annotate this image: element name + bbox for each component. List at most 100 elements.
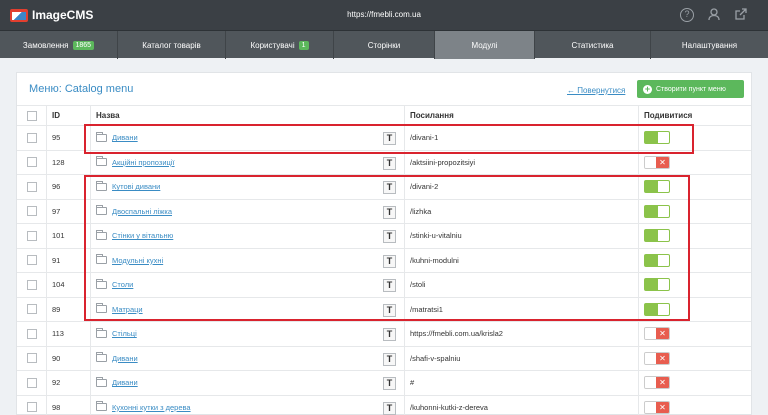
visibility-toggle-off[interactable]: ✕ xyxy=(644,351,670,365)
folder-icon xyxy=(96,156,107,167)
row-link: https://fmebli.com.ua/krisla2 xyxy=(410,329,503,339)
row-name-link[interactable]: Двоспальні ліжка xyxy=(112,207,172,216)
table-row: 90 Дивани T/shafi-v-spalniu ✕ xyxy=(17,345,751,370)
text-edit-icon[interactable]: T xyxy=(383,377,396,390)
page-title: Меню: Catalog menu xyxy=(29,83,134,95)
orders-count-badge: 1865 xyxy=(72,40,95,50)
visibility-toggle-on[interactable] xyxy=(644,278,670,292)
folder-icon xyxy=(96,327,107,338)
menu-panel: Меню: Catalog menu ← Повернутися + Створ… xyxy=(16,72,752,415)
row-name-link[interactable]: Дивани xyxy=(112,354,138,363)
nav-pages[interactable]: Сторінки xyxy=(334,31,435,59)
row-checkbox[interactable] xyxy=(26,255,37,266)
nav-modules-label: Модулі xyxy=(471,40,498,50)
visibility-toggle-on[interactable] xyxy=(644,131,670,145)
plus-icon: + xyxy=(643,83,652,94)
help-icon[interactable]: ? xyxy=(680,8,694,22)
folder-icon xyxy=(96,229,107,240)
table-row: 97 Двоспальні ліжка T/lizhka xyxy=(17,198,751,223)
row-checkbox[interactable] xyxy=(26,353,37,364)
row-name-link[interactable]: Стінки у вітальню xyxy=(112,231,173,240)
nav-statistics[interactable]: Статистика xyxy=(535,31,651,59)
text-edit-icon[interactable]: T xyxy=(383,254,396,268)
row-checkbox[interactable] xyxy=(26,279,37,290)
row-name-link[interactable]: Дивани xyxy=(112,378,138,387)
table-row: 89 Матраци T/matratsi1 xyxy=(17,296,751,321)
row-checkbox[interactable] xyxy=(26,377,37,388)
visibility-toggle-on[interactable] xyxy=(644,204,670,218)
text-edit-icon[interactable]: T xyxy=(383,156,396,170)
folder-icon xyxy=(96,278,107,289)
folder-icon xyxy=(96,303,107,314)
text-edit-icon[interactable]: T xyxy=(383,132,396,145)
visibility-toggle-on[interactable] xyxy=(644,302,670,316)
row-name-link[interactable]: Акційні пропозиції xyxy=(112,158,175,167)
row-id: 101 xyxy=(52,231,65,241)
visibility-toggle-off[interactable]: ✕ xyxy=(644,400,670,414)
nav-modules[interactable]: Модулі xyxy=(435,31,535,59)
row-name-link[interactable]: Кухонні кутки з дерева xyxy=(112,403,191,412)
visibility-toggle-on[interactable] xyxy=(644,253,670,267)
back-link[interactable]: ← Повернутися xyxy=(567,86,625,95)
header-id[interactable]: ID xyxy=(47,106,91,125)
row-name-link[interactable]: Столи xyxy=(112,280,133,289)
row-name-link[interactable]: Стільці xyxy=(112,329,137,338)
user-icon[interactable] xyxy=(707,8,721,22)
row-checkbox[interactable] xyxy=(26,304,37,315)
text-edit-icon[interactable]: T xyxy=(383,352,396,366)
row-link: /shafi-v-spalniu xyxy=(410,353,461,363)
nav-users[interactable]: Користувачі 1 xyxy=(226,31,334,59)
text-edit-icon[interactable]: T xyxy=(383,181,396,194)
visibility-toggle-on[interactable] xyxy=(644,180,670,194)
row-checkbox[interactable] xyxy=(26,132,37,143)
create-menu-item-label: Створити пункт меню xyxy=(656,85,726,93)
nav-catalog[interactable]: Каталог товарів xyxy=(118,31,226,59)
row-link: /kuhni-modulni xyxy=(410,255,459,265)
row-checkbox[interactable] xyxy=(26,181,37,192)
close-icon: ✕ xyxy=(656,328,669,340)
visibility-toggle-off[interactable]: ✕ xyxy=(644,376,670,390)
header-name[interactable]: Назва xyxy=(91,106,405,125)
table-row: 96 Кутові дивани T/divani-2 xyxy=(17,174,751,199)
text-edit-icon[interactable]: T xyxy=(383,401,396,415)
row-name-link[interactable]: Матраци xyxy=(112,305,143,314)
row-checkbox[interactable] xyxy=(26,328,37,339)
folder-icon xyxy=(96,180,107,191)
text-edit-icon[interactable]: T xyxy=(383,279,396,292)
visibility-toggle-off[interactable]: ✕ xyxy=(644,155,670,169)
folder-icon xyxy=(96,205,107,216)
row-checkbox[interactable] xyxy=(26,157,37,168)
header-show[interactable]: Подивитися xyxy=(639,106,751,125)
table-row: 92 Дивани T # ✕ xyxy=(17,370,751,395)
table-row: 101 Стінки у вітальню T/stinki-u-vitalniu xyxy=(17,223,751,248)
nav-orders[interactable]: Замовлення 1865 xyxy=(0,31,118,59)
row-id: 96 xyxy=(52,182,61,192)
external-link-icon[interactable] xyxy=(734,8,748,22)
row-checkbox[interactable] xyxy=(26,230,37,241)
row-checkbox[interactable] xyxy=(26,206,37,217)
text-edit-icon[interactable]: T xyxy=(383,328,396,341)
nav-users-label: Користувачі xyxy=(250,40,295,50)
site-url[interactable]: https://fmebli.com.ua xyxy=(0,10,768,19)
table-row: 98 Кухонні кутки з дерева T/kuhonni-kutki-… xyxy=(17,394,751,415)
text-edit-icon[interactable]: T xyxy=(383,230,396,243)
menu-items-table: ID Назва Посилання Подивитися 95 Дивани T /… xyxy=(17,105,751,415)
row-name-link[interactable]: Кутові дивани xyxy=(112,182,160,191)
visibility-toggle-off[interactable]: ✕ xyxy=(644,327,670,341)
text-edit-icon[interactable]: T xyxy=(383,205,396,219)
row-name-link[interactable]: Модульні кухні xyxy=(112,256,163,265)
visibility-toggle-on[interactable] xyxy=(644,229,670,243)
row-id: 92 xyxy=(52,378,61,388)
select-all-checkbox[interactable] xyxy=(26,110,37,121)
row-name-link[interactable]: Дивани xyxy=(112,133,138,142)
text-edit-icon[interactable]: T xyxy=(383,303,396,317)
row-checkbox[interactable] xyxy=(26,402,37,413)
header-link[interactable]: Посилання xyxy=(405,106,639,125)
row-link: /stinki-u-vitalniu xyxy=(410,231,462,241)
table-row: 113 Стільці Thttps://fmebli.com.ua/krisla2… xyxy=(17,321,751,346)
row-link: /matratsi1 xyxy=(410,304,443,314)
nav-pages-label: Сторінки xyxy=(367,40,401,50)
nav-settings[interactable]: Налаштування xyxy=(651,31,768,59)
row-id: 90 xyxy=(52,353,61,363)
create-menu-item-button[interactable]: + Створити пункт меню xyxy=(637,80,744,98)
